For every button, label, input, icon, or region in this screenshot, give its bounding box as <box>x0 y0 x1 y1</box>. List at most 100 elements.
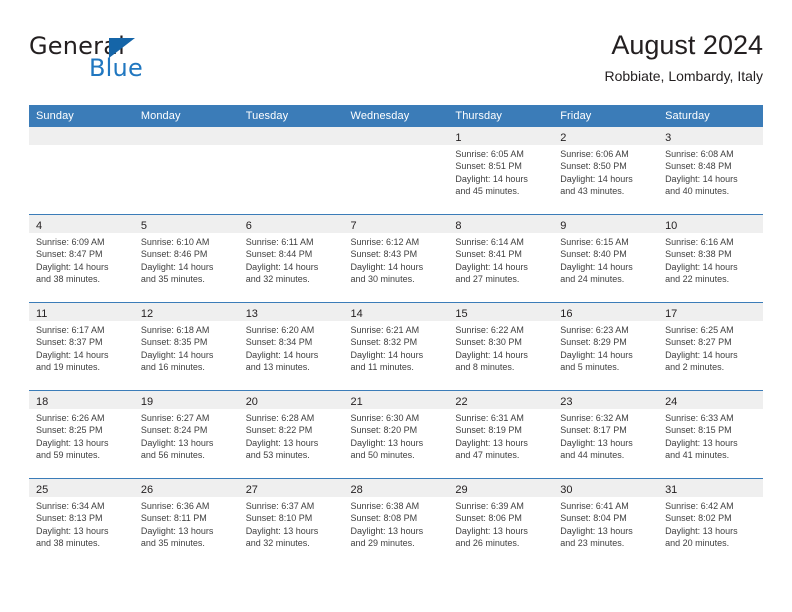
day-number-band <box>238 127 344 145</box>
calendar-day-cell[interactable]: 15 Sunrise: 6:22 AM Sunset: 8:30 PM Dayligh… <box>448 302 554 391</box>
calendar-week-row: 25 Sunrise: 6:34 AM Sunset: 8:13 PM Dayligh… <box>29 478 763 566</box>
calendar-day-cell[interactable]: 11 Sunrise: 6:17 AM Sunset: 8:37 PM Dayligh… <box>29 302 134 391</box>
day-number-band: 31 <box>658 479 763 497</box>
day-number-band: 11 <box>29 303 134 321</box>
sunset-text: Sunset: 8:13 PM <box>36 513 103 524</box>
calendar-day-cell[interactable]: 30 Sunrise: 6:41 AM Sunset: 8:04 PM Dayligh… <box>553 478 659 566</box>
day-number-band: 2 <box>553 127 659 145</box>
day-cell-content: 31 Sunrise: 6:42 AM Sunset: 8:02 PM Dayligh… <box>658 479 763 566</box>
sunrise-text: Sunrise: 6:42 AM <box>665 501 734 511</box>
calendar-day-cell[interactable]: 2 Sunrise: 6:06 AM Sunset: 8:50 PM Daylight… <box>553 127 659 215</box>
calendar-day-cell[interactable]: 23 Sunrise: 6:32 AM Sunset: 8:17 PM Dayligh… <box>553 390 659 479</box>
calendar-table: Sunday Monday Tuesday Wednesday Thursday… <box>29 105 763 566</box>
calendar-day-cell[interactable]: 27 Sunrise: 6:37 AM Sunset: 8:10 PM Dayligh… <box>238 478 344 566</box>
calendar-day-cell[interactable]: 20 Sunrise: 6:28 AM Sunset: 8:22 PM Dayligh… <box>238 390 344 479</box>
calendar-day-cell[interactable]: 28 Sunrise: 6:38 AM Sunset: 8:08 PM Dayligh… <box>343 478 449 566</box>
calendar-day-cell[interactable]: 16 Sunrise: 6:23 AM Sunset: 8:29 PM Dayligh… <box>553 302 659 391</box>
day-cell-content: 27 Sunrise: 6:37 AM Sunset: 8:10 PM Dayligh… <box>238 479 344 566</box>
daylight-text-line1: Daylight: 14 hours <box>455 173 528 184</box>
day-cell-content <box>238 127 344 214</box>
sunrise-text: Sunrise: 6:14 AM <box>455 237 524 247</box>
day-cell-content: 21 Sunrise: 6:30 AM Sunset: 8:20 PM Dayligh… <box>343 391 449 478</box>
calendar-day-cell[interactable]: 7 Sunrise: 6:12 AM Sunset: 8:43 PM Daylight… <box>343 214 449 303</box>
calendar-day-cell[interactable]: 1 Sunrise: 6:05 AM Sunset: 8:51 PM Daylight… <box>448 127 554 215</box>
day-cell-content: 8 Sunrise: 6:14 AM Sunset: 8:41 PM Daylight… <box>448 215 554 302</box>
calendar-header-row: Sunday Monday Tuesday Wednesday Thursday… <box>29 105 763 127</box>
sunrise-text: Sunrise: 6:16 AM <box>665 237 734 247</box>
calendar-day-cell[interactable]: 29 Sunrise: 6:39 AM Sunset: 8:06 PM Dayligh… <box>448 478 554 566</box>
sunset-text: Sunset: 8:44 PM <box>245 249 313 260</box>
sunrise-text: Sunrise: 6:17 AM <box>36 325 105 335</box>
day-number-band <box>29 127 134 145</box>
sunrise-text: Sunrise: 6:09 AM <box>36 237 105 247</box>
sunset-text: Sunset: 8:35 PM <box>140 337 208 348</box>
general-blue-logo[interactable]: General Blue <box>29 32 229 90</box>
sunset-text: Sunset: 8:17 PM <box>560 425 627 436</box>
sunrise-text: Sunrise: 6:37 AM <box>245 501 315 511</box>
day-sun-info: Sunrise: 6:23 AM Sunset: 8:29 PM Daylight:… <box>553 321 658 374</box>
calendar-day-cell[interactable]: 24 Sunrise: 6:33 AM Sunset: 8:15 PM Dayligh… <box>658 390 763 479</box>
daylight-text-line2: and 38 minutes. <box>36 538 101 549</box>
calendar-day-cell[interactable]: 8 Sunrise: 6:14 AM Sunset: 8:41 PM Daylight… <box>448 214 554 303</box>
day-cell-content: 4 Sunrise: 6:09 AM Sunset: 8:47 PM Daylight… <box>29 215 134 302</box>
daylight-text-line1: Daylight: 14 hours <box>36 261 109 272</box>
daylight-text-line1: Daylight: 13 hours <box>140 437 214 448</box>
daylight-text-line2: and 35 minutes. <box>140 538 205 549</box>
day-number-band: 14 <box>343 303 449 321</box>
day-number: 17 <box>665 308 678 320</box>
calendar-day-cell[interactable]: 17 Sunrise: 6:25 AM Sunset: 8:27 PM Dayligh… <box>658 302 763 391</box>
calendar-day-cell[interactable]: 21 Sunrise: 6:30 AM Sunset: 8:20 PM Dayligh… <box>343 390 449 479</box>
calendar-day-cell[interactable]: 3 Sunrise: 6:08 AM Sunset: 8:48 PM Daylight… <box>658 127 763 215</box>
day-number: 21 <box>350 396 363 408</box>
sunset-text: Sunset: 8:41 PM <box>455 249 522 260</box>
day-number: 27 <box>245 484 258 496</box>
daylight-text-line1: Daylight: 13 hours <box>665 525 738 536</box>
weekday-header-saturday: Saturday <box>658 105 763 127</box>
daylight-text-line2: and 2 minutes. <box>665 362 725 373</box>
day-cell-content: 10 Sunrise: 6:16 AM Sunset: 8:38 PM Dayligh… <box>658 215 763 302</box>
daylight-text-line1: Daylight: 13 hours <box>245 437 319 448</box>
sunset-text: Sunset: 8:08 PM <box>350 513 418 524</box>
calendar-day-cell[interactable]: 25 Sunrise: 6:34 AM Sunset: 8:13 PM Dayligh… <box>29 478 134 566</box>
day-number: 23 <box>560 396 573 408</box>
sunset-text: Sunset: 8:29 PM <box>560 337 627 348</box>
calendar-day-cell[interactable]: 5 Sunrise: 6:10 AM Sunset: 8:46 PM Daylight… <box>133 214 239 303</box>
calendar-day-cell[interactable]: 10 Sunrise: 6:16 AM Sunset: 8:38 PM Dayligh… <box>658 214 763 303</box>
calendar-day-cell[interactable]: 13 Sunrise: 6:20 AM Sunset: 8:34 PM Dayligh… <box>238 302 344 391</box>
day-number-band: 13 <box>238 303 344 321</box>
calendar-day-cell[interactable]: 18 Sunrise: 6:26 AM Sunset: 8:25 PM Dayligh… <box>29 390 134 479</box>
title-block: August 2024 Robbiate, Lombardy, Italy <box>605 28 764 86</box>
sunrise-text: Sunrise: 6:26 AM <box>36 413 105 423</box>
day-sun-info: Sunrise: 6:36 AM Sunset: 8:11 PM Daylight:… <box>134 497 239 550</box>
calendar-day-cell[interactable]: 6 Sunrise: 6:11 AM Sunset: 8:44 PM Daylight… <box>238 214 344 303</box>
sunrise-text: Sunrise: 6:08 AM <box>665 149 734 159</box>
calendar-day-cell[interactable]: 22 Sunrise: 6:31 AM Sunset: 8:19 PM Dayligh… <box>448 390 554 479</box>
calendar-day-cell[interactable]: 26 Sunrise: 6:36 AM Sunset: 8:11 PM Dayligh… <box>133 478 239 566</box>
sunrise-text: Sunrise: 6:23 AM <box>560 325 629 335</box>
day-number-band: 4 <box>29 215 134 233</box>
sunrise-text: Sunrise: 6:22 AM <box>455 325 524 335</box>
day-cell-content: 7 Sunrise: 6:12 AM Sunset: 8:43 PM Daylight… <box>343 215 449 302</box>
daylight-text-line1: Daylight: 14 hours <box>665 349 738 360</box>
daylight-text-line2: and 19 minutes. <box>36 362 101 373</box>
day-sun-info: Sunrise: 6:38 AM Sunset: 8:08 PM Daylight:… <box>344 497 449 550</box>
daylight-text-line2: and 50 minutes. <box>350 450 415 461</box>
calendar-day-cell[interactable]: 12 Sunrise: 6:18 AM Sunset: 8:35 PM Dayligh… <box>133 302 239 391</box>
daylight-text-line2: and 35 minutes. <box>140 274 205 285</box>
sunset-text: Sunset: 8:32 PM <box>350 337 418 348</box>
day-sun-info: Sunrise: 6:42 AM Sunset: 8:02 PM Daylight:… <box>658 497 763 550</box>
sunrise-text: Sunrise: 6:15 AM <box>560 237 629 247</box>
calendar-day-cell[interactable]: 14 Sunrise: 6:21 AM Sunset: 8:32 PM Dayligh… <box>343 302 449 391</box>
sunrise-text: Sunrise: 6:34 AM <box>36 501 105 511</box>
sunrise-text: Sunrise: 6:32 AM <box>560 413 629 423</box>
daylight-text-line1: Daylight: 13 hours <box>665 437 738 448</box>
calendar-day-cell[interactable]: 19 Sunrise: 6:27 AM Sunset: 8:24 PM Dayligh… <box>133 390 239 479</box>
calendar-day-cell[interactable]: 31 Sunrise: 6:42 AM Sunset: 8:02 PM Dayligh… <box>658 478 763 566</box>
sunrise-text: Sunrise: 6:06 AM <box>560 149 629 159</box>
calendar-day-cell[interactable]: 9 Sunrise: 6:15 AM Sunset: 8:40 PM Daylight… <box>553 214 659 303</box>
day-number-band <box>133 127 239 145</box>
day-number-band: 20 <box>238 391 344 409</box>
daylight-text-line2: and 44 minutes. <box>560 450 625 461</box>
calendar-day-cell[interactable]: 4 Sunrise: 6:09 AM Sunset: 8:47 PM Daylight… <box>29 214 134 303</box>
day-number: 22 <box>455 396 468 408</box>
